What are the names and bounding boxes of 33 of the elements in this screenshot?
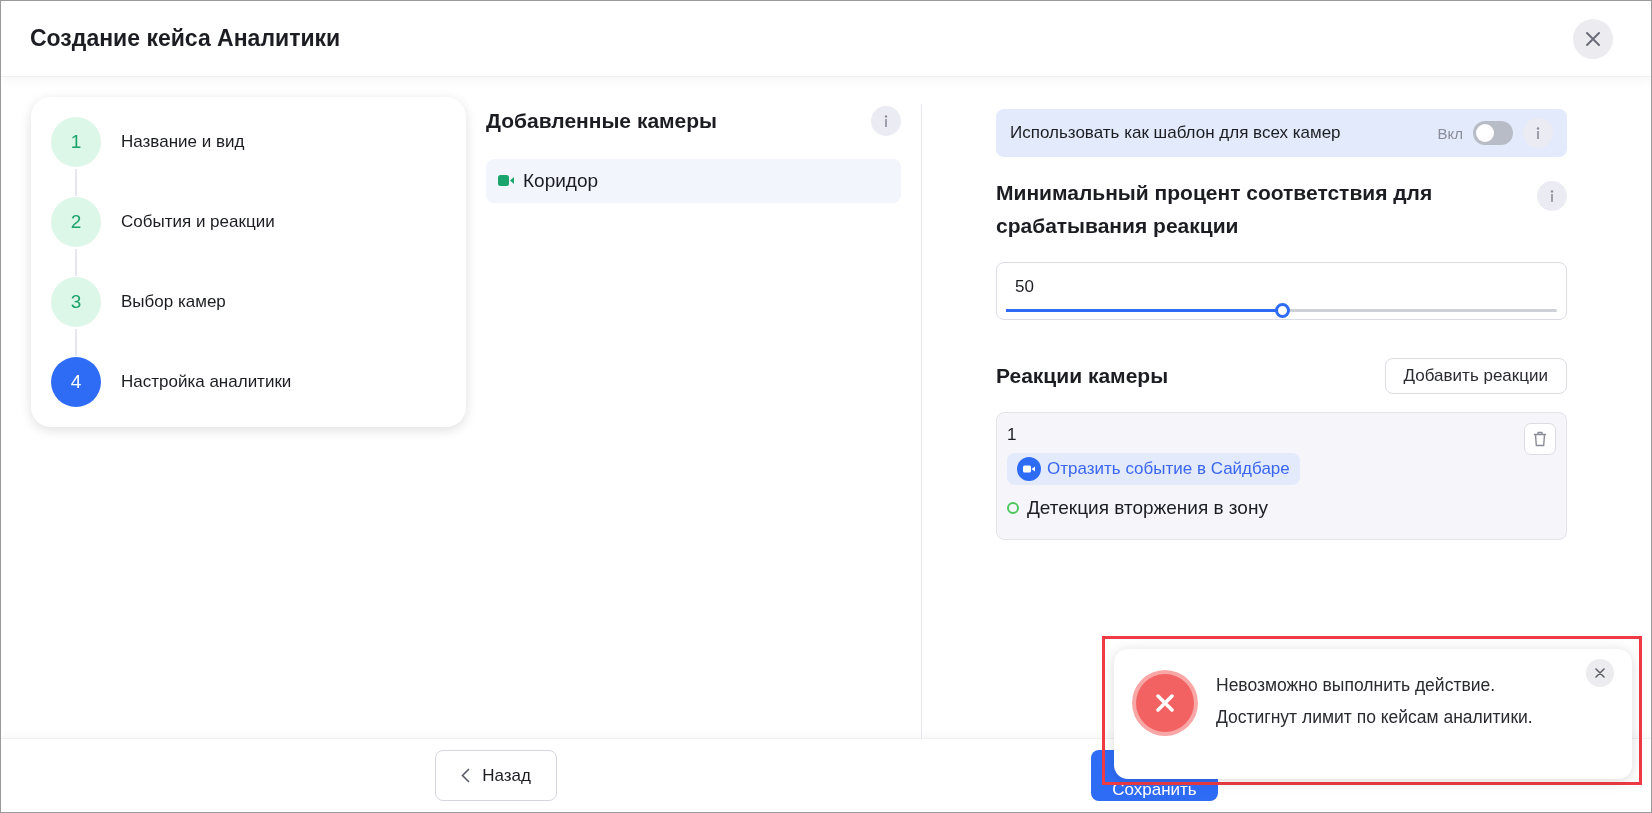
action-tag: Отразить событие в Сайдбаре <box>1007 453 1300 486</box>
step-label[interactable]: События и реакции <box>121 212 275 232</box>
template-label: Использовать как шаблон для всех камер <box>1010 123 1342 143</box>
step-label[interactable]: Выбор камер <box>121 292 226 312</box>
add-reactions-button[interactable]: Добавить реакции <box>1384 358 1567 395</box>
toggle-switch[interactable] <box>1473 121 1513 145</box>
percent-slider-field[interactable]: 50 <box>996 262 1567 321</box>
info-icon[interactable] <box>1537 181 1567 211</box>
dialog-title: Создание кейса Аналитики <box>30 25 341 52</box>
section-title: Минимальный процент соответствия для срабатывания реакции <box>996 180 1434 239</box>
back-button[interactable]: Назад <box>435 750 557 801</box>
camera-item[interactable]: Коридор <box>486 158 901 203</box>
close-icon[interactable] <box>1573 18 1613 59</box>
event-label: Детекция вторжения в зону <box>1027 497 1268 520</box>
toggle-label: Вкл <box>1437 124 1463 142</box>
section-title: Добавленные камеры <box>486 108 718 134</box>
status-dot <box>1007 502 1019 515</box>
delete-icon[interactable] <box>1524 423 1556 456</box>
step-label[interactable]: Название и вид <box>121 132 245 152</box>
chevron-left-icon <box>461 768 471 783</box>
info-icon[interactable] <box>871 105 901 136</box>
slider-thumb[interactable] <box>1274 303 1290 319</box>
step-number[interactable]: 4 <box>51 357 101 407</box>
video-camera-icon <box>498 175 514 186</box>
field-value: 50 <box>1015 277 1034 298</box>
video-camera-icon <box>1017 457 1041 482</box>
section-title: Реакции камеры <box>996 363 1169 390</box>
error-icon <box>1136 674 1194 732</box>
error-message: Невозможно выполнить действие. Достигнут лимит по кейсам аналитики. <box>1216 674 1534 729</box>
info-icon[interactable] <box>1523 118 1553 148</box>
step-label[interactable]: Настройка аналитики <box>121 372 292 392</box>
reaction-number: 1 <box>1007 425 1017 445</box>
close-icon[interactable] <box>1586 659 1614 687</box>
